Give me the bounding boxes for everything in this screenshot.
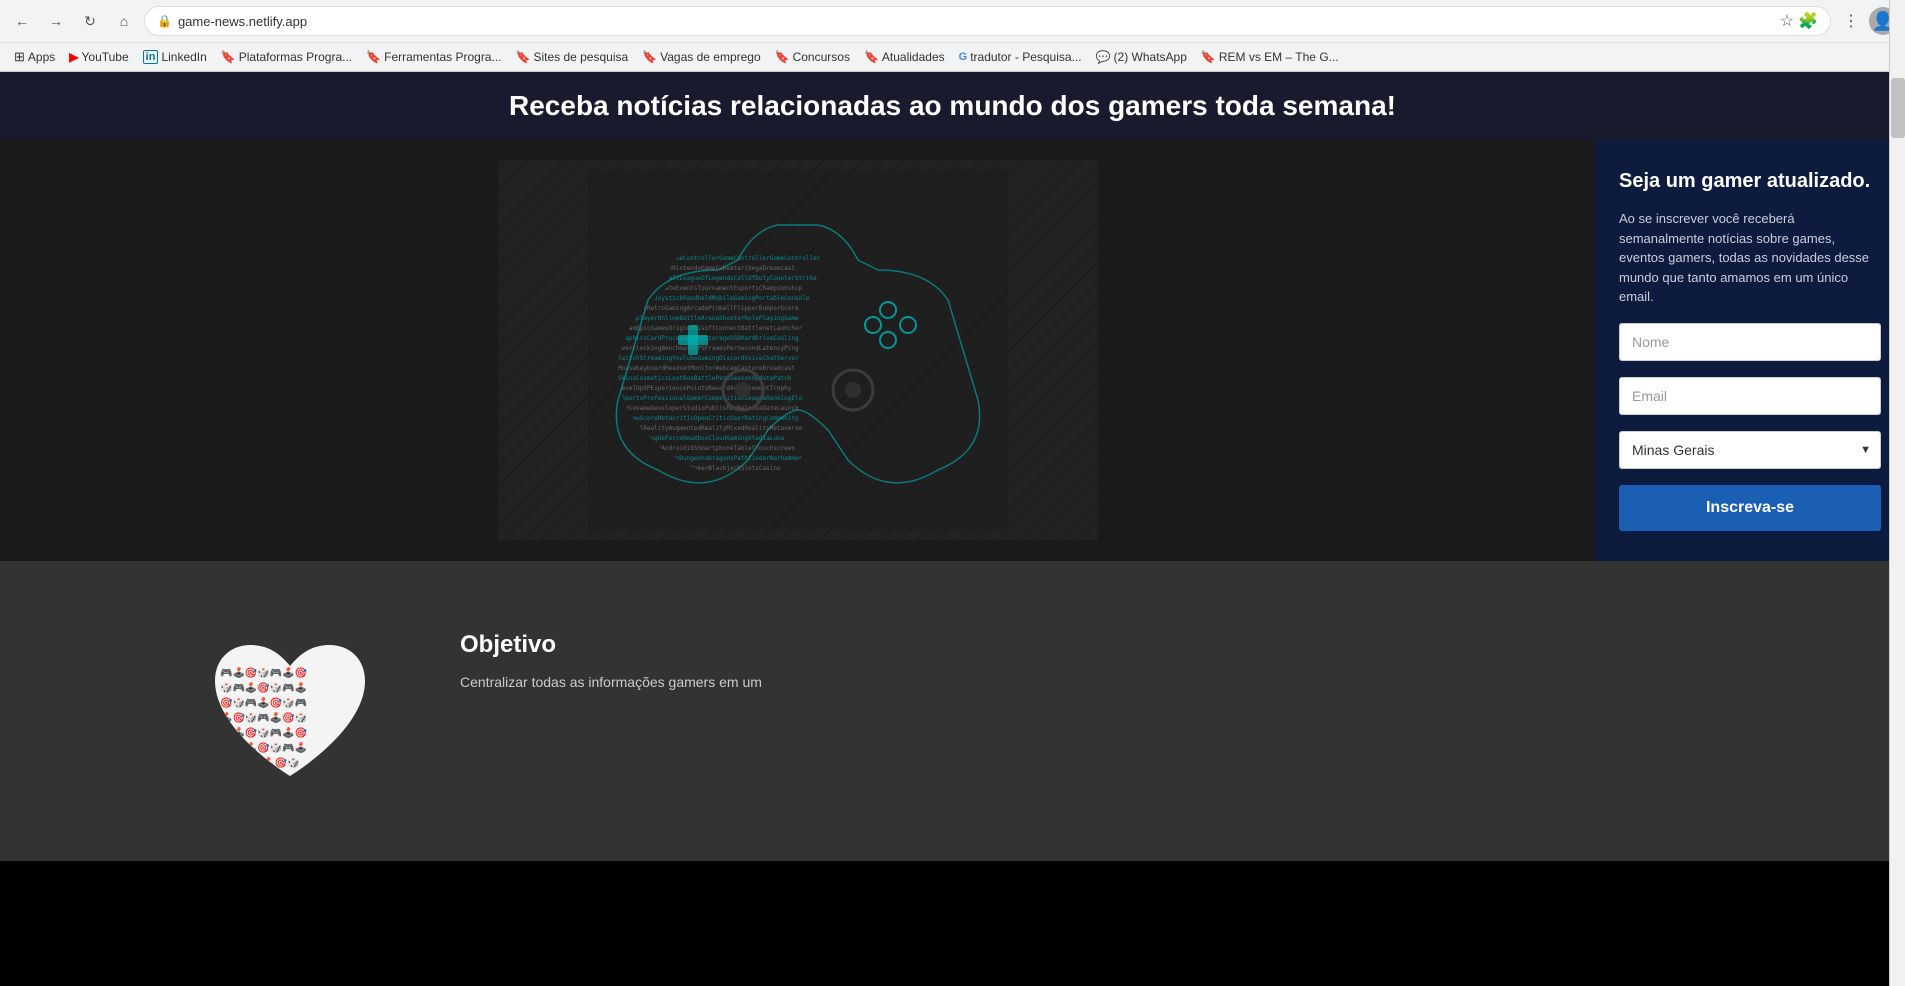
bookmark-atualidades[interactable]: 🔖 Atualidades bbox=[858, 47, 951, 67]
lock-icon: 🔒 bbox=[157, 14, 172, 28]
back-button[interactable]: ← bbox=[8, 7, 36, 35]
form-heading: Seja um gamer atualizado. bbox=[1619, 170, 1881, 193]
svg-text:VirtualRealityAugmentedReality: VirtualRealityAugmentedRealityMixedReali… bbox=[618, 425, 803, 432]
ferramentas-icon: 🔖 bbox=[366, 50, 381, 64]
form-panel: Seja um gamer atualizado. Ao se inscreve… bbox=[1595, 140, 1905, 561]
browser-chrome: ← → ↻ ⌂ 🔒 ☆ 🧩 ⋮ 👤 ⊞ Apps ▶ YouTube bbox=[0, 0, 1905, 72]
vagas-icon: 🔖 bbox=[642, 50, 657, 64]
whatsapp-icon: 💬 bbox=[1096, 50, 1111, 64]
main-section: GameControllerGameControllerGameControll… bbox=[0, 140, 1905, 561]
page-content: Receba notícias relacionadas ao mundo do… bbox=[0, 72, 1905, 861]
bookmark-whatsapp[interactable]: 💬 (2) WhatsApp bbox=[1090, 47, 1193, 67]
plataformas-icon: 🔖 bbox=[221, 50, 236, 64]
youtube-icon: ▶ bbox=[69, 50, 78, 64]
bookmark-plataformas[interactable]: 🔖 Plataformas Progra... bbox=[215, 47, 358, 67]
heart-games-icon: 🎮🕹️🎯🎲🎮🕹️🎯 🎲🎮🕹️🎯🎲🎮🕹️ 🎯🎲🎮🕹️🎯🎲🎮 🕹️🎯🎲🎮🕹️🎯🎲 🎮… bbox=[200, 621, 380, 801]
svg-text:OverclockingBenchmarkFPSFrames: OverclockingBenchmarkFPSFramesPerSecondL… bbox=[618, 345, 799, 352]
svg-text:SkinsCosmeticsLootBoxBattlePas: SkinsCosmeticsLootBoxBattlePassSeasonUpd… bbox=[618, 375, 792, 382]
address-bar[interactable]: 🔒 ☆ 🧩 bbox=[144, 6, 1831, 36]
objective-title: Objetivo bbox=[460, 631, 762, 659]
svg-text:eSportsProfessionalGamerCompet: eSportsProfessionalGamerCompetitionLeagu… bbox=[618, 395, 803, 402]
apps-icon: ⊞ bbox=[14, 49, 25, 65]
svg-text:🎯🎲🎮🕹️🎯🎲: 🎯🎲🎮🕹️🎯🎲 bbox=[225, 756, 300, 769]
forward-button[interactable]: → bbox=[42, 7, 70, 35]
svg-text:ReviewScoreMetacriticOpenCriti: ReviewScoreMetacriticOpenCriticUserRatin… bbox=[618, 415, 799, 422]
svg-text:🎯🎲🎮🕹️🎯🎲🎮: 🎯🎲🎮🕹️🎯🎲🎮 bbox=[220, 696, 307, 709]
bookmark-concursos[interactable]: 🔖 Concursos bbox=[769, 47, 856, 67]
svg-text:IndieGameDeveloperStudioPublis: IndieGameDeveloperStudioPublisherRelease… bbox=[618, 405, 799, 412]
svg-text:GraphicsCardProcessorRAMStorag: GraphicsCardProcessorRAMStorageSSDHardDr… bbox=[618, 335, 799, 342]
bookmark-youtube[interactable]: ▶ YouTube bbox=[63, 47, 134, 67]
browser-actions: ⋮ 👤 bbox=[1837, 7, 1897, 35]
extensions-icon[interactable]: 🧩 bbox=[1798, 11, 1818, 31]
url-input[interactable] bbox=[178, 14, 1774, 29]
svg-text:🎲🎮🕹️🎯🎲🎮🕹️: 🎲🎮🕹️🎯🎲🎮🕹️ bbox=[220, 681, 307, 694]
subscribe-button[interactable]: Inscreva-se bbox=[1619, 485, 1881, 531]
bookmark-sites[interactable]: 🔖 Sites de pesquisa bbox=[509, 47, 634, 67]
svg-text:MultiplayerOnlineBattleArenaSh: MultiplayerOnlineBattleArenaShooterRoleP… bbox=[618, 315, 799, 322]
controller-art-svg: GameControllerGameControllerGameControll… bbox=[588, 170, 1008, 530]
bookmark-vagas[interactable]: 🔖 Vagas de emprego bbox=[636, 47, 766, 67]
linkedin-icon: in bbox=[143, 50, 159, 64]
svg-text:MouseKeyboardHeadsetMonitorWeb: MouseKeyboardHeadsetMonitorWebcamCapture… bbox=[618, 365, 795, 372]
browser-toolbar: ← → ↻ ⌂ 🔒 ☆ 🧩 ⋮ 👤 bbox=[0, 0, 1905, 42]
objective-section: Objetivo Centralizar todas as informaçõe… bbox=[460, 621, 762, 693]
svg-text:TwitchStreamingYouTubeGamingDi: TwitchStreamingYouTubeGamingDiscordVoice… bbox=[618, 355, 799, 362]
reload-button[interactable]: ↻ bbox=[76, 7, 104, 35]
svg-text:LevelUpXPExperiencePointsRewar: LevelUpXPExperiencePointsRewardAchieveme… bbox=[618, 385, 792, 392]
email-input[interactable] bbox=[1619, 377, 1881, 415]
svg-text:🎮🕹️🎯🎲🎮🕹️🎯: 🎮🕹️🎯🎲🎮🕹️🎯 bbox=[220, 666, 308, 679]
sites-icon: 🔖 bbox=[515, 50, 530, 64]
bottom-section: 🎮🕹️🎯🎲🎮🕹️🎯 🎲🎮🕹️🎯🎲🎮🕹️ 🎯🎲🎮🕹️🎯🎲🎮 🕹️🎯🎲🎮🕹️🎯🎲 🎮… bbox=[0, 561, 1905, 861]
form-description: Ao se inscrever você receberá semanalmen… bbox=[1619, 209, 1881, 307]
hero-banner: Receba notícias relacionadas ao mundo do… bbox=[0, 72, 1905, 140]
star-icon[interactable]: ☆ bbox=[1780, 11, 1794, 31]
banner-title: Receba notícias relacionadas ao mundo do… bbox=[18, 90, 1887, 122]
state-select-wrapper: Minas Gerais São Paulo Rio de Janeiro Ba… bbox=[1619, 431, 1881, 469]
rem-icon: 🔖 bbox=[1201, 50, 1216, 64]
svg-text:🕹️🎯🎲🎮🕹️🎯🎲: 🕹️🎯🎲🎮🕹️🎯🎲 bbox=[220, 711, 307, 724]
bookmark-ferramentas[interactable]: 🔖 Ferramentas Progra... bbox=[360, 47, 507, 67]
concursos-icon: 🔖 bbox=[775, 50, 790, 64]
scrollbar[interactable] bbox=[1889, 0, 1905, 986]
scrollbar-thumb[interactable] bbox=[1891, 78, 1905, 138]
heart-svg: 🎮🕹️🎯🎲🎮🕹️🎯 🎲🎮🕹️🎯🎲🎮🕹️ 🎯🎲🎮🕹️🎯🎲🎮 🕹️🎯🎲🎮🕹️🎯🎲 🎮… bbox=[200, 621, 380, 801]
bookmarks-bar: ⊞ Apps ▶ YouTube in LinkedIn 🔖 Plataform… bbox=[0, 42, 1905, 71]
bookmark-linkedin[interactable]: in LinkedIn bbox=[137, 47, 213, 67]
tradutor-icon: G bbox=[959, 51, 968, 63]
state-select[interactable]: Minas Gerais São Paulo Rio de Janeiro Ba… bbox=[1619, 431, 1881, 469]
controller-background: GameControllerGameControllerGameControll… bbox=[0, 140, 1595, 561]
menu-button[interactable]: ⋮ bbox=[1837, 7, 1865, 35]
bookmark-rem[interactable]: 🔖 REM vs EM – The G... bbox=[1195, 47, 1345, 67]
address-bar-actions: ☆ 🧩 bbox=[1780, 11, 1818, 31]
bookmark-apps[interactable]: ⊞ Apps bbox=[8, 46, 61, 68]
svg-text:🎲🎮🕹️🎯🎲🎮🕹️: 🎲🎮🕹️🎯🎲🎮🕹️ bbox=[220, 741, 307, 754]
svg-text:SteamEpicGamesOriginUbisoftCon: SteamEpicGamesOriginUbisoftConnectBattle… bbox=[618, 325, 803, 332]
svg-text:🎮🕹️🎯🎲🎮🕹️🎯: 🎮🕹️🎯🎲🎮🕹️🎯 bbox=[220, 726, 308, 739]
bookmark-tradutor[interactable]: G tradutor - Pesquisa... bbox=[953, 47, 1088, 67]
name-input[interactable] bbox=[1619, 323, 1881, 361]
home-button[interactable]: ⌂ bbox=[110, 7, 138, 35]
atualidades-icon: 🔖 bbox=[864, 50, 879, 64]
objective-description: Centralizar todas as informações gamers … bbox=[460, 671, 762, 693]
